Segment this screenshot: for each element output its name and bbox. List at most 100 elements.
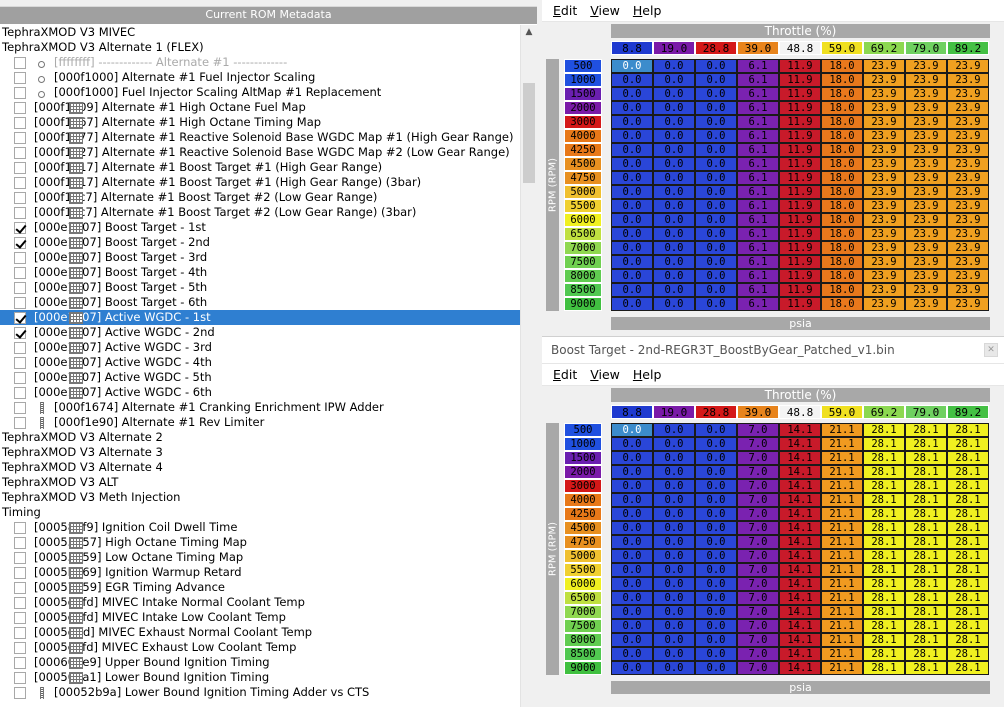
table-cell[interactable]: 23.9 <box>863 129 905 143</box>
table-cell[interactable]: 0.0 <box>611 647 653 661</box>
table-cell[interactable]: 23.9 <box>905 185 947 199</box>
table-cell[interactable]: 23.9 <box>863 59 905 73</box>
table-cell[interactable]: 23.9 <box>947 59 989 73</box>
table-cell[interactable]: 28.1 <box>947 521 989 535</box>
y-header-cell[interactable]: 6000 <box>564 213 602 227</box>
table-cell[interactable]: 23.9 <box>863 143 905 157</box>
item-checkbox[interactable] <box>14 206 26 219</box>
y-header-cell[interactable]: 4750 <box>564 171 602 185</box>
table-cell[interactable]: 11.9 <box>779 255 821 269</box>
table-cell[interactable]: 0.0 <box>653 143 695 157</box>
table-cell[interactable]: 7.0 <box>737 521 779 535</box>
y-header-cell[interactable]: 7500 <box>564 619 602 633</box>
table-cell[interactable]: 0.0 <box>611 269 653 283</box>
table-cell[interactable]: 21.1 <box>821 619 863 633</box>
table-cell[interactable]: 28.1 <box>863 661 905 675</box>
table-cell[interactable]: 11.9 <box>779 101 821 115</box>
table-cell[interactable]: 0.0 <box>653 269 695 283</box>
table-cell[interactable]: 23.9 <box>947 297 989 311</box>
table-cell[interactable]: 0.0 <box>695 465 737 479</box>
tree-item[interactable]: [000e1907] Active WGDC - 4th <box>0 355 520 370</box>
table-cell[interactable]: 28.1 <box>947 451 989 465</box>
menu-view[interactable]: View <box>590 3 620 18</box>
item-checkbox[interactable] <box>14 386 26 399</box>
table-cell[interactable]: 11.9 <box>779 115 821 129</box>
table-cell[interactable]: 23.9 <box>947 227 989 241</box>
table-cell[interactable]: 23.9 <box>905 283 947 297</box>
table-cell[interactable]: 0.0 <box>653 647 695 661</box>
item-checkbox[interactable] <box>14 326 26 339</box>
item-checkbox[interactable] <box>14 401 26 414</box>
table-cell[interactable]: 0.0 <box>695 199 737 213</box>
table-cell[interactable]: 7.0 <box>737 633 779 647</box>
table-cell[interactable]: 0.0 <box>695 563 737 577</box>
tree-group[interactable]: TephraXMOD V3 MIVEC <box>0 25 520 40</box>
table-cell[interactable]: 0.0 <box>695 129 737 143</box>
table-cell[interactable]: 14.1 <box>779 423 821 437</box>
table-cell[interactable]: 0.0 <box>611 437 653 451</box>
table-cell[interactable]: 23.9 <box>863 255 905 269</box>
table-cell[interactable]: 23.9 <box>863 157 905 171</box>
table-cell[interactable]: 23.9 <box>863 283 905 297</box>
table-cell[interactable]: 21.1 <box>821 549 863 563</box>
item-checkbox[interactable] <box>14 551 26 564</box>
table-cell[interactable]: 0.0 <box>653 451 695 465</box>
y-header-cell[interactable]: 2000 <box>564 465 602 479</box>
table-cell[interactable]: 18.0 <box>821 87 863 101</box>
tree-item[interactable]: [000f1000] Fuel Injector Scaling AltMap … <box>0 85 520 100</box>
table-cell[interactable]: 23.9 <box>863 87 905 101</box>
table-cell[interactable]: 7.0 <box>737 507 779 521</box>
table-cell[interactable]: 6.1 <box>737 269 779 283</box>
table-cell[interactable]: 0.0 <box>611 493 653 507</box>
table-cell[interactable]: 7.0 <box>737 535 779 549</box>
table-cell[interactable]: 28.1 <box>905 647 947 661</box>
table-cell[interactable]: 6.1 <box>737 73 779 87</box>
table-cell[interactable]: 14.1 <box>779 535 821 549</box>
tree-item[interactable]: [0005b969] Ignition Warmup Retard <box>0 565 520 580</box>
menu-edit[interactable]: Edit <box>553 367 577 382</box>
table-cell[interactable]: 28.1 <box>905 437 947 451</box>
table-cell[interactable]: 28.1 <box>863 605 905 619</box>
tree-item[interactable]: [00055b59] Low Octane Timing Map <box>0 550 520 565</box>
table-cell[interactable]: 0.0 <box>611 143 653 157</box>
table-cell[interactable]: 0.0 <box>653 465 695 479</box>
table-cell[interactable]: 28.1 <box>947 633 989 647</box>
table-cell[interactable]: 28.1 <box>947 577 989 591</box>
table-cell[interactable]: 28.1 <box>905 591 947 605</box>
table-cell[interactable]: 18.0 <box>821 241 863 255</box>
table-cell[interactable]: 7.0 <box>737 423 779 437</box>
table-cell[interactable]: 0.0 <box>611 451 653 465</box>
table-cell[interactable]: 23.9 <box>863 297 905 311</box>
table-cell[interactable]: 0.0 <box>611 255 653 269</box>
table-cell[interactable]: 14.1 <box>779 479 821 493</box>
x-header-cell[interactable]: 19.0 <box>653 405 695 419</box>
table-cell[interactable]: 0.0 <box>653 283 695 297</box>
table-cell[interactable]: 28.1 <box>863 591 905 605</box>
x-header-cell[interactable]: 59.0 <box>821 405 863 419</box>
table-cell[interactable]: 0.0 <box>653 437 695 451</box>
table-cell[interactable]: 0.0 <box>653 255 695 269</box>
table-cell[interactable]: 18.0 <box>821 73 863 87</box>
table-cell[interactable]: 28.1 <box>905 549 947 563</box>
table-cell[interactable]: 6.1 <box>737 227 779 241</box>
table-cell[interactable]: 28.1 <box>947 549 989 563</box>
table-cell[interactable]: 11.9 <box>779 283 821 297</box>
table-cell[interactable]: 0.0 <box>695 493 737 507</box>
table-cell[interactable]: 23.9 <box>947 171 989 185</box>
table-cell[interactable]: 21.1 <box>821 423 863 437</box>
y-header-cell[interactable]: 7000 <box>564 241 602 255</box>
table-cell[interactable]: 23.9 <box>905 199 947 213</box>
tree-item[interactable]: [000e1607] Active WGDC - 1st <box>0 310 520 325</box>
y-header-cell[interactable]: 5500 <box>564 563 602 577</box>
table-cell[interactable]: 28.1 <box>905 661 947 675</box>
table-cell[interactable]: 7.0 <box>737 549 779 563</box>
scroll-thumb[interactable] <box>523 83 535 183</box>
table-cell[interactable]: 6.1 <box>737 213 779 227</box>
x-header-cell[interactable]: 48.8 <box>779 41 821 55</box>
table-cell[interactable]: 6.1 <box>737 255 779 269</box>
item-checkbox[interactable] <box>14 686 26 699</box>
tree-item[interactable]: [000f15c7] Alternate #1 Boost Target #2 … <box>0 205 520 220</box>
table-cell[interactable]: 0.0 <box>653 619 695 633</box>
table-cell[interactable]: 23.9 <box>947 283 989 297</box>
table-cell[interactable]: 28.1 <box>947 661 989 675</box>
